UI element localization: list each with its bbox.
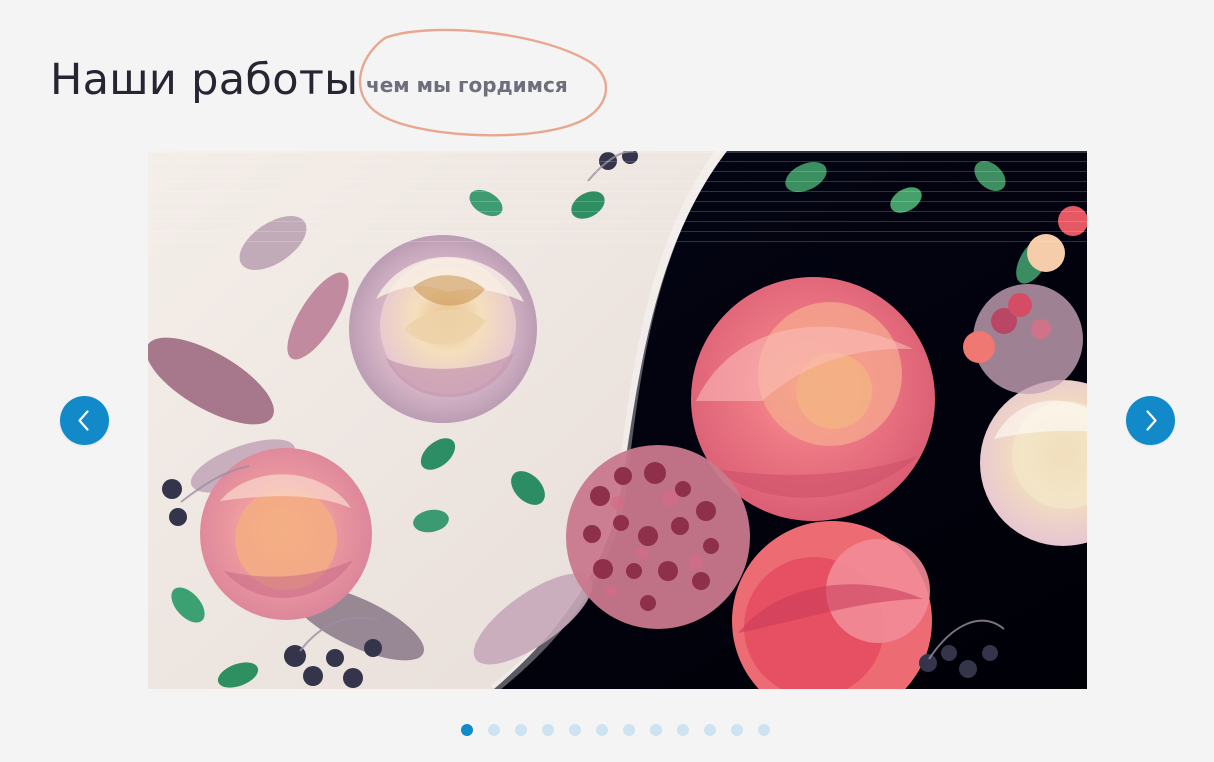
subtitle-badge: чем мы гордимся: [354, 28, 609, 137]
chevron-right-icon: [1146, 410, 1157, 431]
pagination-dot[interactable]: [758, 724, 770, 736]
pagination-dot[interactable]: [650, 724, 662, 736]
section-subtitle: чем мы гордимся: [366, 73, 568, 97]
pagination-dot[interactable]: [542, 724, 554, 736]
pagination-dot[interactable]: [461, 724, 473, 736]
pagination-dot[interactable]: [488, 724, 500, 736]
pagination-dot[interactable]: [569, 724, 581, 736]
our-works-section: Наши работы чем мы гордимся: [0, 0, 1214, 762]
section-title: Наши работы: [50, 55, 359, 105]
pagination-dot[interactable]: [623, 724, 635, 736]
pagination-dot[interactable]: [596, 724, 608, 736]
slide-pagination: [461, 724, 770, 736]
pagination-dot[interactable]: [677, 724, 689, 736]
current-slide[interactable]: [148, 151, 1087, 689]
works-carousel[interactable]: [0, 151, 1214, 691]
floral-fabric-image: [148, 151, 1087, 689]
pagination-dot[interactable]: [515, 724, 527, 736]
next-slide-button[interactable]: [1126, 396, 1175, 445]
previous-slide-button[interactable]: [60, 396, 109, 445]
chevron-left-icon: [78, 410, 89, 431]
pagination-dot[interactable]: [704, 724, 716, 736]
pagination-dot[interactable]: [731, 724, 743, 736]
